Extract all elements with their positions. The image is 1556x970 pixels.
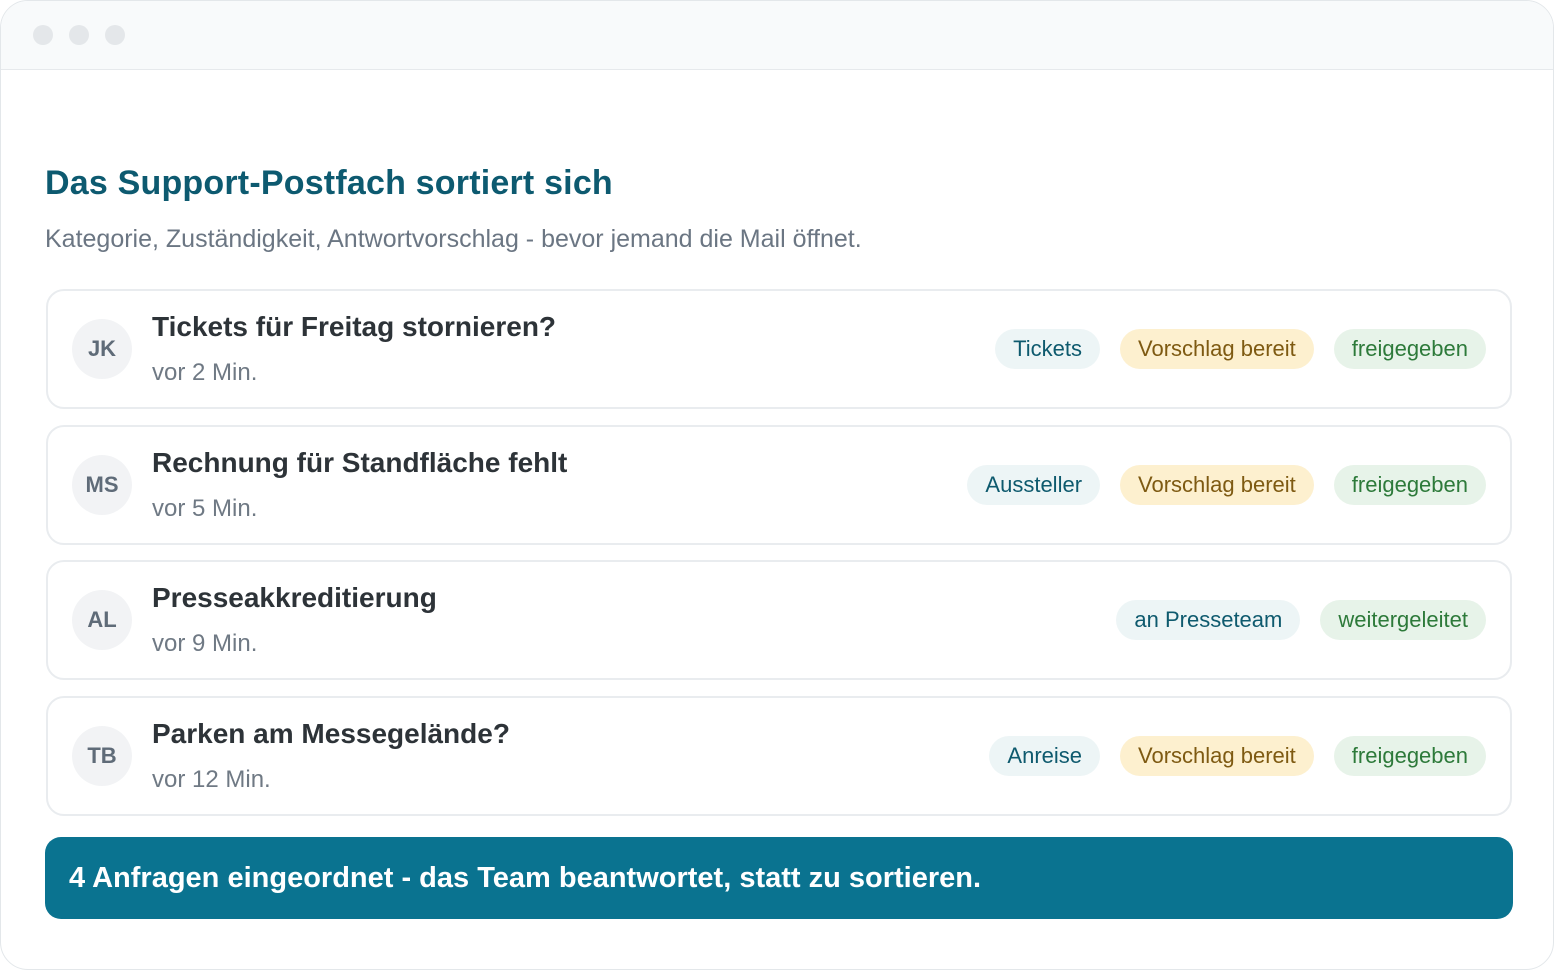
- ticket-card[interactable]: AL Presseakkreditierung vor 9 Min. an Pr…: [46, 560, 1512, 680]
- app-window: Das Support-Postfach sortiert sich Kateg…: [0, 0, 1554, 970]
- page-subtitle: Kategorie, Zuständigkeit, Antwortvorschl…: [45, 225, 862, 253]
- avatar: JK: [72, 319, 132, 379]
- status-badge[interactable]: freigegeben: [1333, 465, 1486, 505]
- ticket-tags: Tickets Vorschlag bereit freigegeben: [995, 329, 1486, 369]
- page-title: Das Support-Postfach sortiert sich: [45, 164, 613, 202]
- ticket-tags: Aussteller Vorschlag bereit freigegeben: [967, 465, 1486, 505]
- close-dot[interactable]: [33, 25, 53, 45]
- status-badge[interactable]: freigegeben: [1333, 329, 1486, 369]
- ticket-subject[interactable]: Parken am Messegelände?: [152, 718, 510, 750]
- ticket-subject[interactable]: Rechnung für Standfläche fehlt: [152, 447, 567, 479]
- status-badge[interactable]: freigegeben: [1333, 736, 1486, 776]
- maximize-dot[interactable]: [105, 25, 125, 45]
- ticket-time: vor 12 Min.: [152, 766, 271, 793]
- ticket-tags: an Presseteam weitergeleitet: [1116, 600, 1486, 640]
- avatar: AL: [72, 590, 132, 650]
- avatar: MS: [72, 455, 132, 515]
- routing-badge[interactable]: an Presseteam: [1116, 600, 1301, 640]
- suggestion-badge[interactable]: Vorschlag bereit: [1120, 329, 1314, 369]
- ticket-tags: Anreise Vorschlag bereit freigegeben: [989, 736, 1486, 776]
- minimize-dot[interactable]: [69, 25, 89, 45]
- window-titlebar: [1, 1, 1553, 70]
- ticket-card[interactable]: JK Tickets für Freitag stornieren? vor 2…: [46, 289, 1512, 409]
- ticket-time: vor 5 Min.: [152, 495, 258, 522]
- ticket-subject[interactable]: Presseakkreditierung: [152, 582, 437, 614]
- avatar: TB: [72, 726, 132, 786]
- category-badge[interactable]: Anreise: [989, 736, 1101, 776]
- category-badge[interactable]: Tickets: [995, 329, 1101, 369]
- ticket-card[interactable]: MS Rechnung für Standfläche fehlt vor 5 …: [46, 425, 1512, 545]
- category-badge[interactable]: Aussteller: [967, 465, 1101, 505]
- ticket-time: vor 2 Min.: [152, 359, 258, 386]
- summary-banner: 4 Anfragen eingeordnet - das Team beantw…: [45, 837, 1513, 919]
- ticket-subject[interactable]: Tickets für Freitag stornieren?: [152, 311, 556, 343]
- ticket-card[interactable]: TB Parken am Messegelände? vor 12 Min. A…: [46, 696, 1512, 816]
- suggestion-badge[interactable]: Vorschlag bereit: [1120, 465, 1314, 505]
- ticket-time: vor 9 Min.: [152, 630, 258, 657]
- status-badge[interactable]: weitergeleitet: [1320, 600, 1486, 640]
- suggestion-badge[interactable]: Vorschlag bereit: [1120, 736, 1314, 776]
